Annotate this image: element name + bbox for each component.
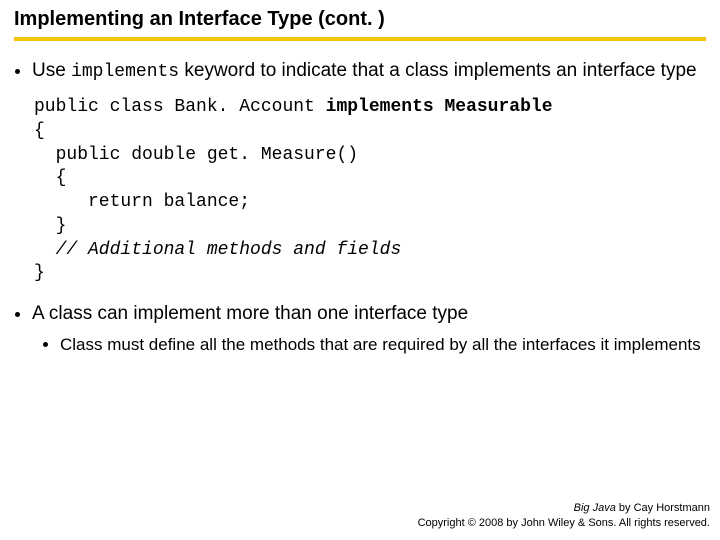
bullet1-keyword: implements <box>71 62 179 82</box>
footer-byline: by Cay Horstmann <box>616 502 710 514</box>
code-block: public class Bank. Account implements Me… <box>34 96 706 286</box>
bullet-list: Use implements keyword to indicate that … <box>32 59 706 84</box>
code-line-1a: public class Bank. Account <box>34 97 326 117</box>
code-line-1b: implements Measurable <box>326 97 553 117</box>
code-line-4: { <box>34 168 66 188</box>
sub-bullet-1: Class must define all the methods that a… <box>60 334 706 356</box>
slide-title: Implementing an Interface Type (cont. ) <box>14 8 706 35</box>
code-line-8: } <box>34 263 45 283</box>
bullet1-pre: Use <box>32 60 71 81</box>
code-line-5: return balance; <box>34 192 250 212</box>
title-underline <box>14 37 706 41</box>
bullet2-text: A class can implement more than one inte… <box>32 303 468 324</box>
footer-bookname: Big Java <box>574 502 616 514</box>
footer-copyright: Copyright © 2008 by John Wiley & Sons. A… <box>418 516 710 530</box>
bullet1-post: keyword to indicate that a class impleme… <box>179 60 696 81</box>
code-line-7: // Additional methods and fields <box>34 240 401 260</box>
code-line-3: public double get. Measure() <box>34 145 358 165</box>
bullet-list-2: A class can implement more than one inte… <box>32 302 706 356</box>
slide-footer: Big Java by Cay Horstmann Copyright © 20… <box>418 501 710 530</box>
bullet-item-2: A class can implement more than one inte… <box>32 302 706 356</box>
footer-line-1: Big Java by Cay Horstmann <box>418 501 710 515</box>
sub-bullet-list: Class must define all the methods that a… <box>60 334 706 356</box>
code-line-6: } <box>34 216 66 236</box>
slide: Implementing an Interface Type (cont. ) … <box>0 0 720 540</box>
code-line-2: { <box>34 121 45 141</box>
bullet-item-1: Use implements keyword to indicate that … <box>32 59 706 84</box>
